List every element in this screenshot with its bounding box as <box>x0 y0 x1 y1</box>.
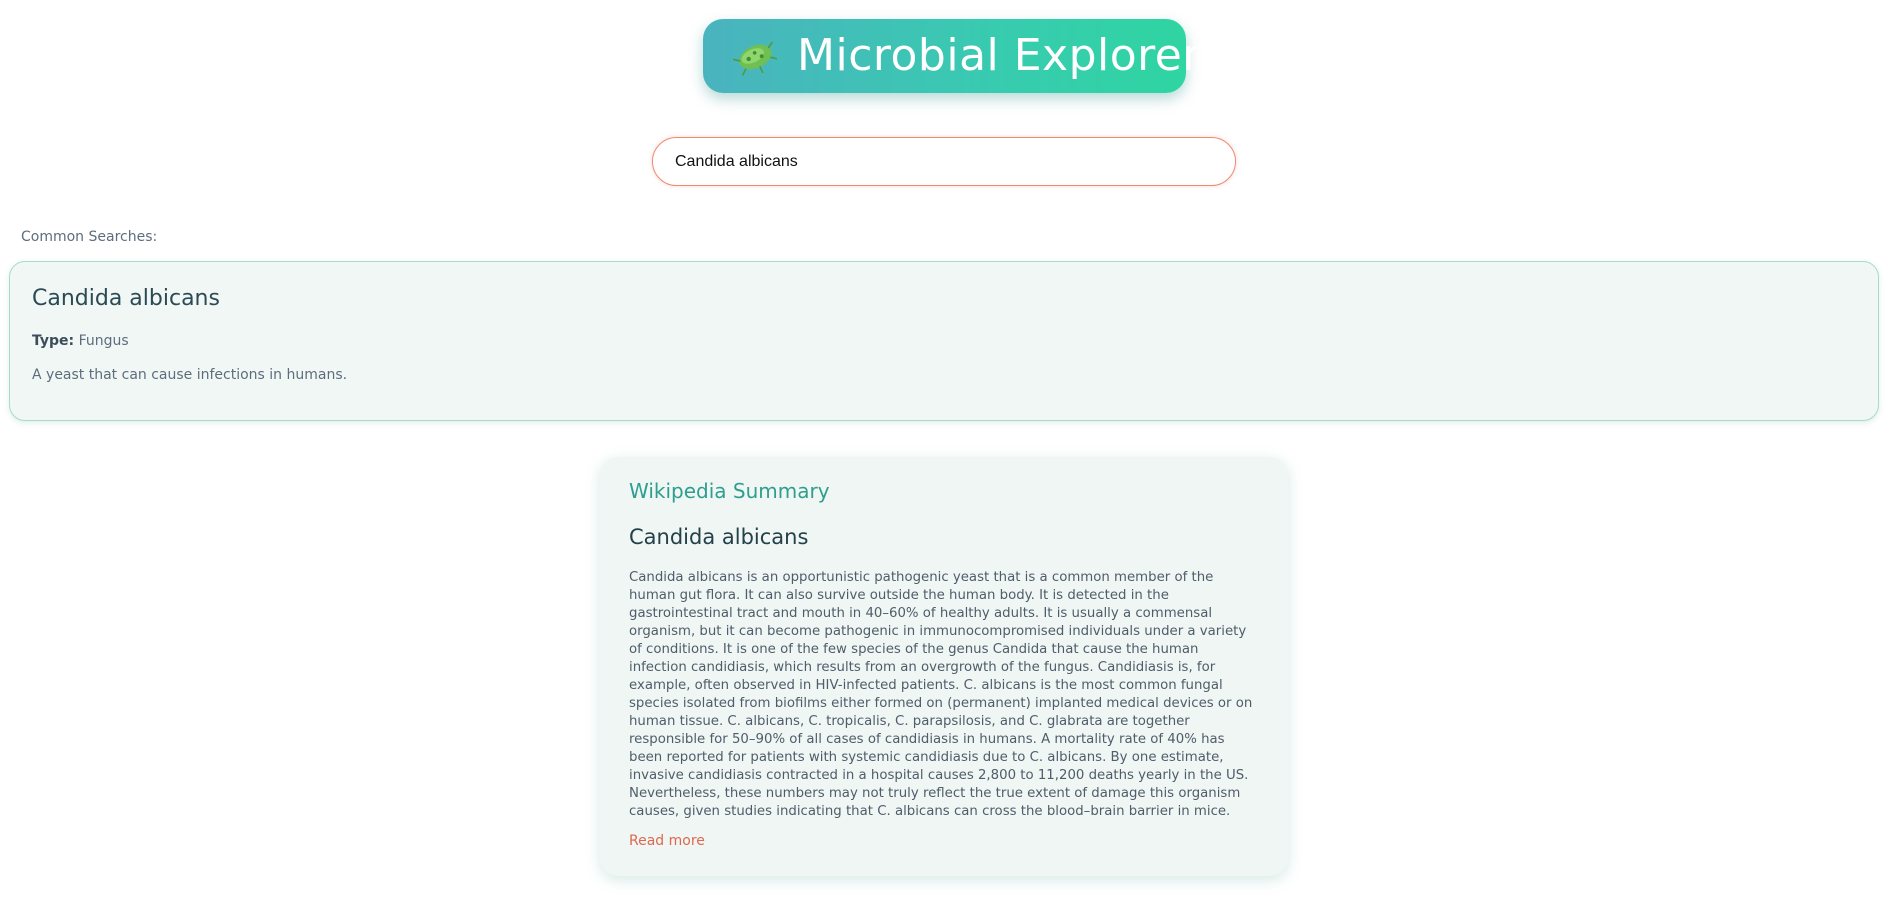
search-input[interactable] <box>652 137 1236 186</box>
wikipedia-summary-text: Candida albicans is an opportunistic pat… <box>629 570 1253 819</box>
microbe-icon <box>732 34 779 78</box>
wikipedia-heading: Wikipedia Summary <box>629 479 830 503</box>
result-type-label: Type: <box>32 333 75 349</box>
result-type: Type: Fungus <box>32 333 129 349</box>
common-searches-label: Common Searches: <box>21 229 158 245</box>
result-type-value: Fungus <box>78 333 129 349</box>
page: Microbial Explorer Common Searches: Cand… <box>0 0 1890 898</box>
result-description: A yeast that can cause infections in hum… <box>32 367 348 383</box>
app-title: Microbial Explorer <box>797 30 1201 81</box>
result-name: Candida albicans <box>32 286 220 311</box>
wikipedia-title: Candida albicans <box>629 525 809 549</box>
read-more-link[interactable]: Read more <box>629 833 705 849</box>
app-header: Microbial Explorer <box>703 19 1200 93</box>
wikipedia-summary-card: Wikipedia Summary Candida albicans Candi… <box>600 457 1288 876</box>
result-card[interactable]: Candida albicans Type: Fungus A yeast th… <box>9 261 1879 421</box>
